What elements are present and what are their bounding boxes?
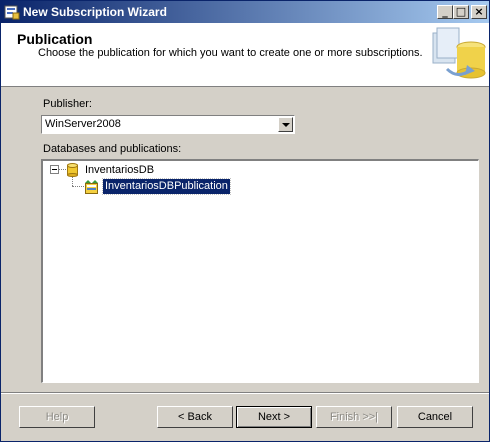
minimize-button[interactable]: _	[437, 5, 453, 19]
finish-button[interactable]: Finish >>|	[316, 406, 392, 428]
help-button[interactable]: Help	[19, 406, 95, 428]
cancel-button[interactable]: Cancel	[397, 406, 473, 428]
publisher-label: Publisher:	[43, 98, 92, 110]
back-button[interactable]: < Back	[157, 406, 233, 428]
database-publication-graphic-icon	[432, 27, 486, 79]
tree-line	[59, 169, 66, 170]
close-button[interactable]: ×	[471, 5, 487, 19]
database-icon	[67, 163, 78, 177]
tree-line	[72, 186, 84, 187]
page-subtitle: Choose the publication for which you wan…	[38, 47, 423, 59]
publications-tree[interactable]: InventariosDB InventariosDBPublication	[41, 159, 479, 383]
tree-item-publication[interactable]: InventariosDBPublication	[102, 178, 231, 195]
publisher-value: WinServer2008	[45, 118, 121, 130]
publication-icon	[85, 180, 98, 194]
maximize-button[interactable]: □	[453, 5, 469, 19]
chevron-down-icon[interactable]	[278, 117, 293, 132]
page-title: Publication	[17, 31, 93, 47]
collapse-icon[interactable]	[50, 165, 59, 174]
tree-item-database[interactable]: InventariosDB	[85, 164, 154, 176]
tree-label: Databases and publications:	[43, 143, 182, 155]
wizard-window: New Subscription Wizard _ □ × Publicatio…	[0, 0, 490, 442]
publisher-dropdown[interactable]: WinServer2008	[41, 115, 295, 134]
title-bar[interactable]: New Subscription Wizard _ □ ×	[1, 1, 489, 23]
tree-line	[72, 177, 73, 186]
app-icon	[4, 5, 20, 20]
footer-divider	[1, 392, 489, 394]
wizard-header: Publication Choose the publication for w…	[1, 23, 489, 87]
window-title: New Subscription Wizard	[23, 5, 167, 19]
next-button[interactable]: Next >	[236, 406, 312, 428]
